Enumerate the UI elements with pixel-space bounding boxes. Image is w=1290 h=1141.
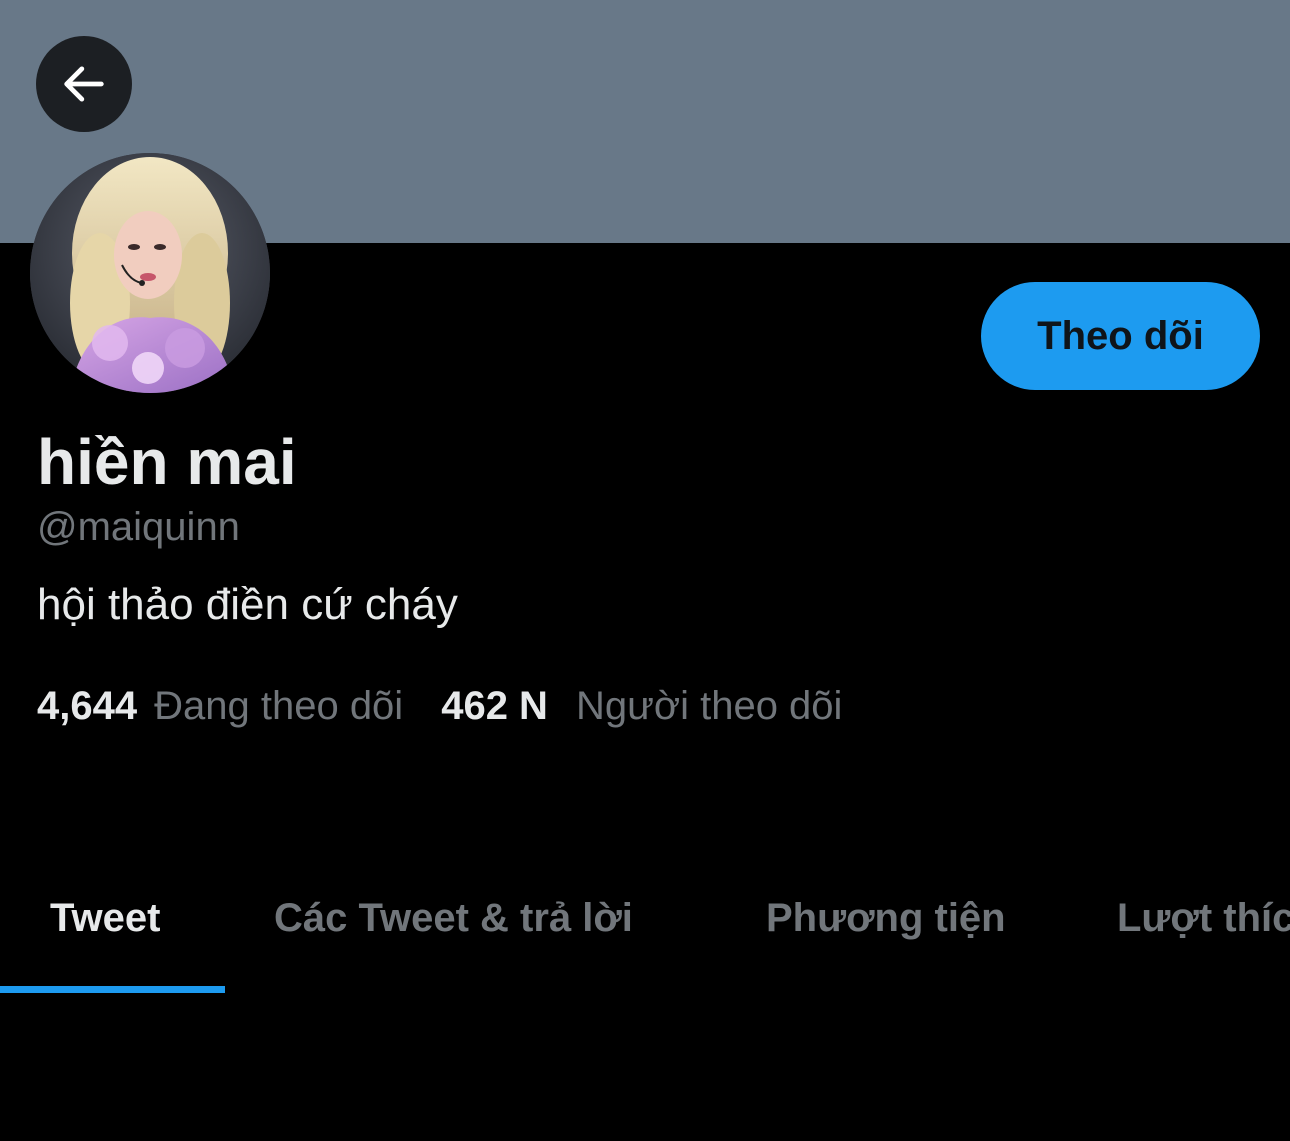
- username-handle: @maiquinn: [37, 505, 240, 549]
- profile-bio: hội thảo điền cứ cháy: [37, 580, 458, 629]
- following-label: Đang theo dõi: [154, 684, 404, 728]
- tab-tweets-and-replies[interactable]: Các Tweet & trả lời: [274, 890, 633, 946]
- arrow-left-icon: [64, 66, 104, 102]
- followers-stat[interactable]: 462 N Người theo dõi: [441, 682, 842, 730]
- followers-count: 462 N: [441, 684, 548, 728]
- active-tab-indicator: [0, 986, 225, 993]
- display-name: hiền mai: [37, 426, 297, 498]
- follow-button[interactable]: Theo dõi: [981, 282, 1260, 390]
- following-stat[interactable]: 4,644 Đang theo dõi: [37, 682, 403, 730]
- back-button[interactable]: [36, 36, 132, 132]
- profile-page: Theo dõi hiền mai @maiquinn hội thảo điề…: [0, 0, 1290, 1141]
- tab-tweets[interactable]: Tweet: [50, 890, 160, 946]
- tab-media[interactable]: Phương tiện: [766, 890, 1006, 946]
- tab-likes[interactable]: Lượt thích: [1117, 890, 1290, 946]
- avatar-image: [30, 153, 270, 393]
- profile-stats: 4,644 Đang theo dõi 462 N Người theo dõi: [37, 682, 842, 730]
- followers-label: Người theo dõi: [575, 684, 843, 728]
- avatar[interactable]: [30, 153, 270, 393]
- profile-tabs: Tweet Các Tweet & trả lời Phương tiện Lư…: [0, 860, 1290, 993]
- following-count: 4,644: [37, 684, 138, 728]
